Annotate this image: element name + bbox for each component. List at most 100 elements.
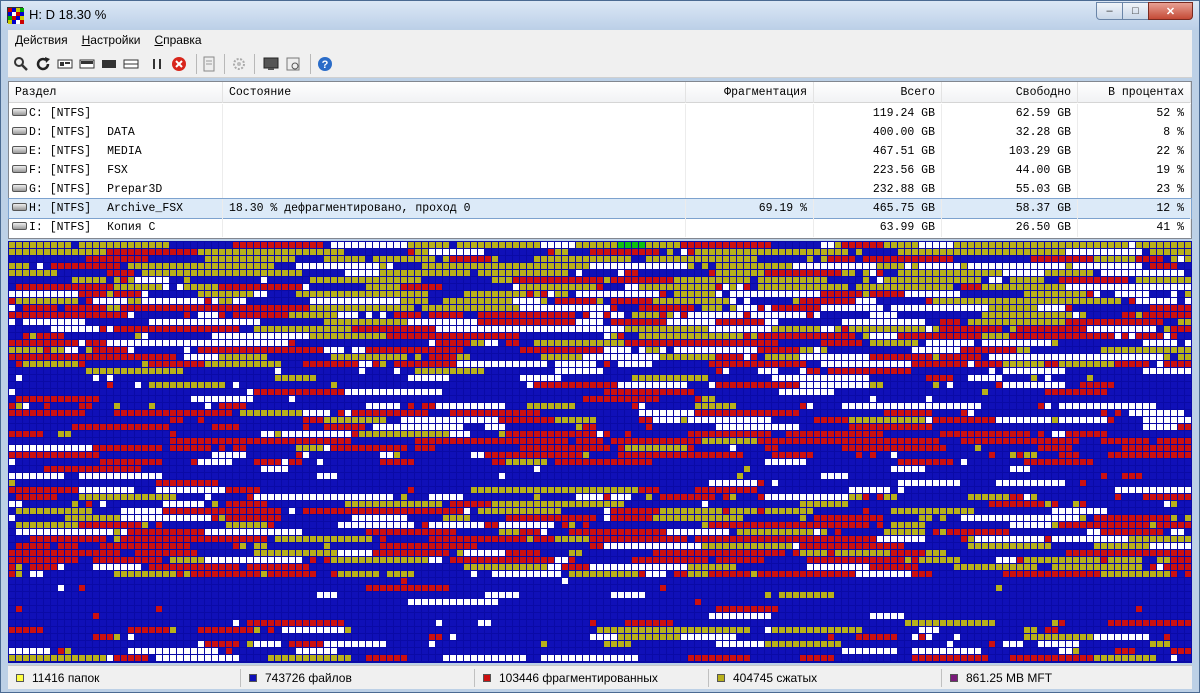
pause-icon[interactable] [148,55,166,73]
log-icon[interactable] [284,55,302,73]
volume-label: Archive_FSX [107,202,184,215]
volume-label: FSX [107,164,128,177]
stop-icon[interactable] [170,55,188,73]
search-icon[interactable] [12,55,30,73]
analyze-icon[interactable] [56,55,74,73]
volume-drive: G: [NTFS] [29,183,92,196]
volume-label: Копия C [107,221,156,234]
drive-icon [12,107,27,116]
volume-percent: 22 % [1078,142,1191,161]
app-icon [7,7,24,24]
status-files: 743726 файлов [249,670,352,686]
toolbar: ? [8,50,1192,78]
column-header-percent[interactable]: В процентах [1078,82,1191,103]
column-header-free[interactable]: Свободно [942,82,1078,103]
volume-list: Раздел Состояние Фрагментация Всего Своб… [8,81,1192,239]
volume-total: 232.88 GB [814,180,942,199]
volume-free: 62.59 GB [942,104,1078,123]
menu-bar: Действия Настройки Справка [8,30,1192,50]
volume-row[interactable]: D: [NTFS] DATA 400.00 GB 32.28 GB 8 % [9,123,1191,142]
volume-cell: E: [NTFS] MEDIA [9,142,223,161]
volume-free: 58.37 GB [942,199,1078,218]
volume-cell: D: [NTFS] DATA [9,123,223,142]
volume-free: 103.29 GB [942,142,1078,161]
volume-row[interactable]: G: [NTFS] Prepar3D 232.88 GB 55.03 GB 23 % [9,180,1191,199]
menu-settings[interactable]: Настройки [82,33,141,47]
volume-drive: I: [NTFS] [29,221,92,234]
status-folders-text: 11416 папок [32,671,100,685]
maximize-icon: □ [1132,5,1139,17]
status-bar: 11416 папок 743726 файлов 103446 фрагмен… [8,665,1192,689]
menu-actions[interactable]: Действия [15,33,68,47]
volume-row[interactable]: H: [NTFS] Archive_FSX 18.30 % дефрагментир… [8,198,1192,219]
boot-time-icon[interactable] [262,55,280,73]
status-fragmented: 103446 фрагментированных [483,670,658,686]
volume-cell: H: [NTFS] Archive_FSX [9,199,223,218]
volume-percent: 23 % [1078,180,1191,199]
volume-percent: 52 % [1078,104,1191,123]
volume-free: 44.00 GB [942,161,1078,180]
volume-fragmentation [686,123,814,142]
drive-icon [12,183,27,192]
drive-icon [12,221,27,230]
minimize-button[interactable]: – [1096,2,1123,20]
volume-row[interactable]: E: [NTFS] MEDIA 467.51 GB 103.29 GB 22 % [9,142,1191,161]
volume-total: 119.24 GB [814,104,942,123]
defrag-icon[interactable] [78,55,96,73]
volume-cell: I: [NTFS] Копия C [9,218,223,237]
status-files-text: 743726 файлов [265,671,352,685]
fragmented-legend-swatch [483,674,491,682]
help-icon[interactable]: ? [316,55,334,73]
volume-status [223,161,686,180]
status-fragmented-text: 103446 фрагментированных [499,671,658,685]
volume-fragmentation [686,142,814,161]
volume-percent: 8 % [1078,123,1191,142]
maximize-button[interactable]: □ [1122,2,1149,20]
title-bar[interactable]: H: D 18.30 % – □ ✕ [1,1,1199,29]
cluster-map [8,241,1192,663]
volume-cell: F: [NTFS] FSX [9,161,223,180]
volume-status [223,218,686,237]
menu-help[interactable]: Справка [154,33,201,47]
close-button[interactable]: ✕ [1148,2,1193,20]
volume-free: 26.50 GB [942,218,1078,237]
volume-percent: 19 % [1078,161,1191,180]
volume-status [223,180,686,199]
svg-text:?: ? [322,59,329,71]
refresh-icon[interactable] [34,55,52,73]
volume-label: Prepar3D [107,183,163,196]
app-window: H: D 18.30 % – □ ✕ Действия Настройки Сп… [0,0,1200,693]
volume-cell: G: [NTFS] Prepar3D [9,180,223,199]
volume-row[interactable]: C: [NTFS] 119.24 GB 62.59 GB 52 % [9,104,1191,123]
compressed-legend-swatch [717,674,725,682]
volume-drive: E: [NTFS] [29,145,92,158]
volume-row[interactable]: I: [NTFS] Копия C 63.99 GB 26.50 GB 41 % [9,218,1191,237]
volume-drive: H: [NTFS] [29,202,92,215]
drive-icon [12,202,27,211]
volume-free: 32.28 GB [942,123,1078,142]
column-header-fragmentation[interactable]: Фрагментация [686,82,814,103]
close-icon: ✕ [1165,5,1176,18]
drive-icon [12,145,27,154]
volume-list-header: Раздел Состояние Фрагментация Всего Своб… [9,82,1191,103]
settings-icon[interactable] [230,55,248,73]
quick-optimize-icon[interactable] [100,55,118,73]
status-compressed-text: 404745 сжатых [733,671,818,685]
status-compressed: 404745 сжатых [717,670,817,686]
status-folders: 11416 папок [16,670,99,686]
volume-total: 223.56 GB [814,161,942,180]
volume-row[interactable]: F: [NTFS] FSX 223.56 GB 44.00 GB 19 % [9,161,1191,180]
volume-percent: 12 % [1078,199,1191,218]
volume-status [223,123,686,142]
volume-free: 55.03 GB [942,180,1078,199]
report-icon[interactable] [200,55,218,73]
column-header-total[interactable]: Всего [814,82,942,103]
volume-total: 400.00 GB [814,123,942,142]
full-optimize-icon[interactable] [122,55,140,73]
column-header-status[interactable]: Состояние [223,82,686,103]
volume-drive: D: [NTFS] [29,126,92,139]
column-header-volume[interactable]: Раздел [9,82,223,103]
drive-icon [12,164,27,173]
volume-fragmentation [686,161,814,180]
volume-drive: C: [NTFS] [29,107,92,120]
